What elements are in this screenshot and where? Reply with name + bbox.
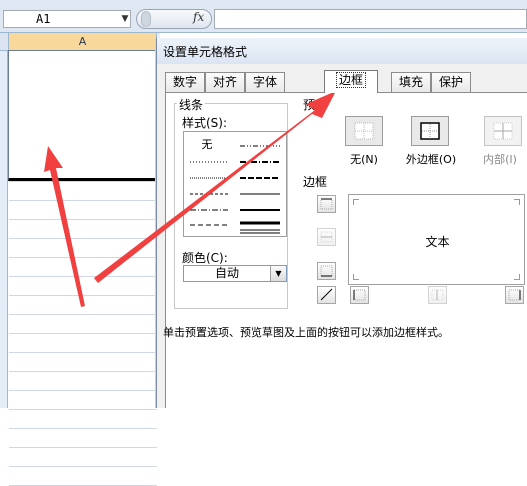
formula-bar-grip[interactable] [141, 11, 151, 27]
preset-inside-label: 内部(I) [483, 153, 517, 166]
tab-number[interactable]: 数字 [165, 72, 205, 92]
tab-label: 保护 [438, 75, 463, 89]
gridline [9, 181, 157, 182]
tab-label: 对齐 [212, 75, 237, 89]
line-style-samples[interactable] [184, 132, 286, 236]
border-top-button[interactable] [317, 195, 336, 213]
preview-corner-mark [353, 274, 359, 280]
border-bottom-button[interactable] [317, 262, 336, 280]
line-group-title: 线条 [177, 96, 206, 113]
border-group-title: 边框 [303, 175, 328, 189]
color-select[interactable]: 自动 ▼ [183, 265, 287, 282]
gridline [9, 238, 157, 239]
presets-title: 预 [303, 98, 316, 112]
tab-label: 边框 [335, 72, 366, 88]
border-right-button[interactable] [505, 286, 524, 304]
border-middle-icon [320, 231, 333, 243]
formula-bar: A1 ▼ fx [0, 0, 527, 33]
border-right-icon [508, 289, 521, 301]
selected-cell[interactable] [8, 50, 158, 181]
gridline [9, 219, 157, 220]
border-center-button[interactable] [428, 286, 447, 304]
gridline [9, 352, 157, 353]
color-value: 自动 [214, 266, 239, 280]
diagonal-up-icon [320, 288, 333, 301]
border-top-icon [320, 198, 333, 210]
tab-label: 数字 [172, 75, 197, 89]
gridline [9, 257, 157, 258]
gridline [9, 276, 157, 277]
preview-text: 文本 [425, 235, 450, 249]
tab-label: 字体 [252, 75, 277, 89]
preview-corner-mark [353, 199, 359, 205]
tab-border[interactable]: 边框 [324, 70, 378, 93]
border-left-icon [353, 289, 366, 301]
preset-outline-button[interactable] [411, 116, 449, 146]
border-preview[interactable]: 文本 [348, 194, 525, 285]
preset-none-button[interactable] [345, 116, 383, 146]
preset-none-icon [354, 122, 374, 140]
chevron-down-icon[interactable]: ▼ [270, 266, 286, 281]
hint-text: 单击预置选项、预览草图及上面的按钮可以添加边框样式。 [163, 326, 449, 339]
name-box-dropdown-icon[interactable]: ▼ [120, 12, 130, 26]
tab-alignment[interactable]: 对齐 [205, 72, 245, 92]
formula-input[interactable] [214, 9, 527, 29]
gridline [9, 428, 157, 429]
select-all-corner[interactable] [0, 33, 9, 50]
tab-label: 填充 [398, 75, 423, 89]
gridline [9, 466, 157, 467]
tab-protection[interactable]: 保护 [431, 72, 471, 92]
dialog-title: 设置单元格格式 [163, 45, 248, 59]
gridline [9, 200, 157, 201]
border-center-icon [431, 289, 444, 301]
gridline [9, 390, 157, 391]
gridline [9, 314, 157, 315]
border-left-button[interactable] [350, 286, 369, 304]
gridline [9, 333, 157, 334]
preset-outline-label: 外边框(O) [405, 153, 457, 166]
border-diagonal-up-button[interactable] [317, 286, 336, 304]
color-label: 颜色(C): [182, 251, 228, 265]
preset-inside-icon [493, 122, 513, 140]
format-cells-dialog: 设置单元格格式 数字 对齐 字体 边框 填充 保护 线条 样式(S): 无 颜色… [156, 38, 527, 408]
tab-fill[interactable]: 填充 [391, 72, 431, 92]
style-label: 样式(S): [182, 116, 228, 130]
preset-inside-button[interactable] [484, 116, 522, 146]
gridline [9, 409, 157, 410]
tab-font[interactable]: 字体 [245, 72, 285, 92]
insert-function-icon[interactable]: fx [193, 10, 204, 24]
border-bottom-icon [320, 265, 333, 277]
name-box[interactable]: A1 [3, 10, 131, 28]
preset-none-label: 无(N) [350, 153, 378, 166]
preview-corner-mark [514, 274, 520, 280]
border-middle-button[interactable] [317, 228, 336, 246]
line-style-list[interactable]: 无 [183, 131, 287, 237]
gridline [9, 295, 157, 296]
gridline [9, 447, 157, 448]
gridline [9, 371, 157, 372]
preset-outline-icon [420, 122, 440, 140]
row-header-column[interactable] [0, 51, 8, 408]
column-header-a[interactable]: A [9, 33, 157, 50]
preview-corner-mark [514, 199, 520, 205]
